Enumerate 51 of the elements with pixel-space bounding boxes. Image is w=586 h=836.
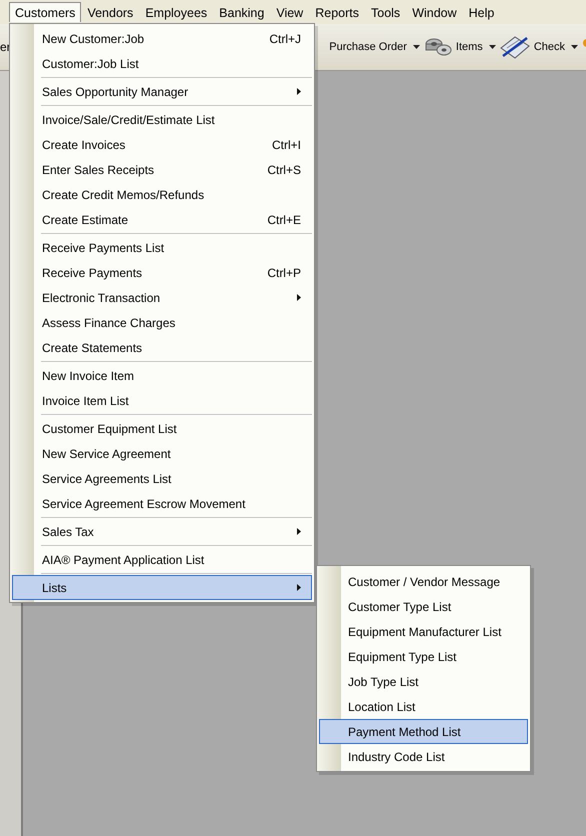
toolbar-button[interactable]: Items [422, 33, 497, 61]
menu-item[interactable]: Customer Equipment List [12, 416, 312, 441]
menu-bar-item[interactable]: Customers [9, 2, 82, 22]
menu-bar-item[interactable]: Tools [365, 2, 406, 22]
toolbar-icon[interactable] [582, 38, 586, 48]
menu-item[interactable]: New Service Agreement [12, 441, 312, 466]
menu-item[interactable]: Receive Payments List [12, 235, 312, 260]
menu-item[interactable]: Assess Finance Charges [12, 310, 312, 335]
menu-item[interactable]: Sales Opportunity Manager [12, 79, 312, 104]
menu-item[interactable]: Customer Type List [319, 594, 528, 619]
menu-item[interactable]: New Customer:Job Ctrl+J [12, 26, 312, 51]
caret-icon [571, 45, 578, 49]
menu-item[interactable]: AIA® Payment Application List [12, 547, 312, 572]
submenu-arrow-icon [297, 584, 301, 591]
menu-item[interactable]: Sales Tax [12, 519, 312, 544]
caret-icon [488, 45, 496, 49]
toolbar-button[interactable]: Check [498, 32, 579, 62]
menu-item[interactable]: Create Estimate Ctrl+E [12, 207, 312, 232]
submenu-arrow-icon [297, 294, 301, 301]
menu-item[interactable]: Customer / Vendor Message [319, 569, 528, 594]
menu-item[interactable]: Receive Payments Ctrl+P [12, 260, 312, 285]
menu-bar-item[interactable]: Reports [309, 2, 365, 22]
menu-item[interactable]: Industry Code List [319, 744, 528, 769]
menu-item[interactable]: Electronic Transaction [12, 285, 312, 310]
menu-item[interactable]: New Invoice Item [12, 363, 312, 388]
menu-bar-item[interactable]: Vendors [81, 2, 140, 22]
menu-item[interactable]: Enter Sales Receipts Ctrl+S [12, 157, 312, 182]
menu-bar-item[interactable]: Banking [213, 2, 270, 22]
menu-bar-item[interactable]: Employees [139, 2, 214, 22]
menu-item[interactable]: Create Statements [12, 335, 312, 360]
menu-bar-item[interactable]: Help [462, 2, 500, 22]
submenu-arrow-icon [297, 88, 301, 95]
menu-item[interactable]: Equipment Manufacturer List [319, 619, 528, 644]
menu-item[interactable]: Job Type List [319, 669, 528, 694]
menu-item[interactable]: Customer:Job List [12, 51, 312, 76]
menu-item[interactable]: Lists [12, 575, 312, 600]
toolbar-button[interactable]: Purchase Order [328, 39, 421, 55]
menu-item[interactable]: Invoice Item List [12, 388, 312, 413]
menu-item[interactable]: Service Agreement Escrow Movement [12, 491, 312, 516]
menu-item[interactable]: Location List [319, 694, 528, 719]
menu-item[interactable]: Create Credit Memos/Refunds [12, 182, 312, 207]
submenu-arrow-icon [297, 528, 301, 535]
check-pen-icon [498, 34, 531, 60]
menu-bar-item[interactable]: Window [406, 2, 463, 22]
caret-icon [412, 45, 420, 49]
menu-item[interactable]: Payment Method List [319, 719, 528, 744]
menu-item[interactable]: Equipment Type List [319, 644, 528, 669]
menu-bar-item[interactable]: View [270, 2, 310, 22]
menu-item[interactable]: Invoice/Sale/Credit/Estimate List [12, 107, 312, 132]
menu-item[interactable]: Service Agreements List [12, 466, 312, 491]
menu-item[interactable]: Create Invoices Ctrl+I [12, 132, 312, 157]
